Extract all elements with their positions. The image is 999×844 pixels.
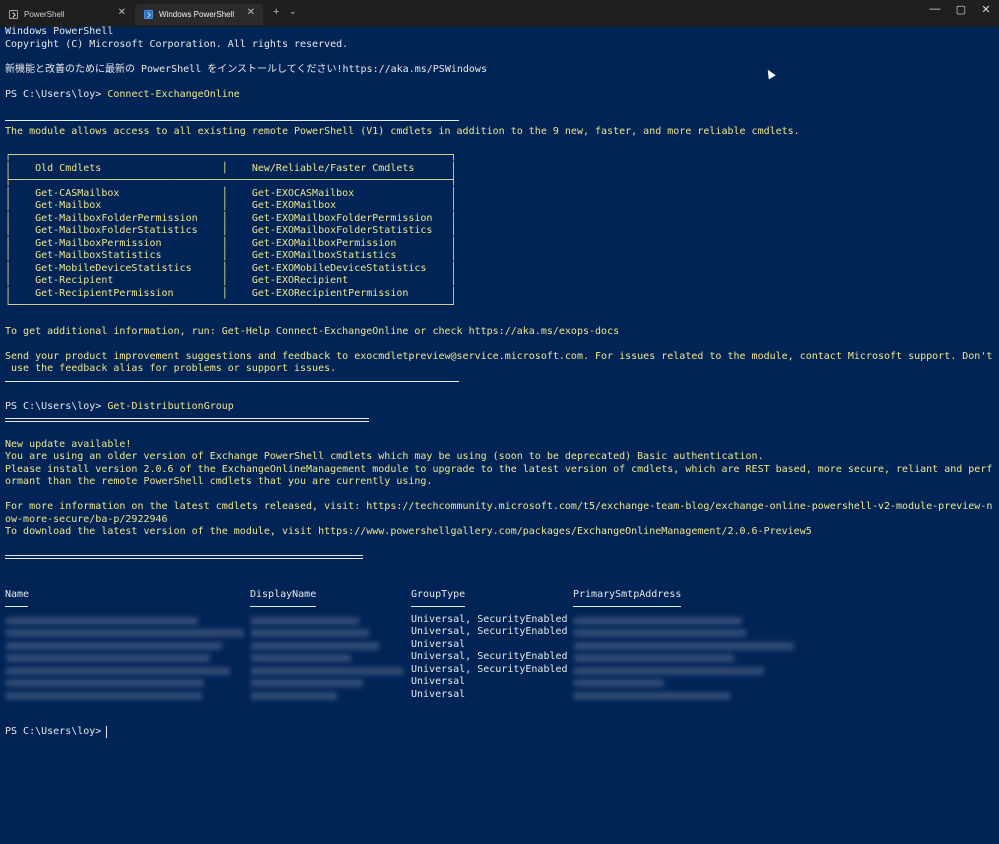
- redacted-displayname: [251, 642, 379, 650]
- group-type-cell: Universal, SecurityEnabled: [411, 651, 568, 662]
- redacted-name: [6, 617, 198, 625]
- command: Get-DistributionGroup: [107, 401, 234, 412]
- redacted-name: [6, 679, 204, 687]
- tab-dropdown-icon[interactable]: ⌄: [289, 6, 297, 17]
- table-row: │ Get-CASMailbox │ Get-EXOCASMailbox │: [5, 188, 457, 199]
- redacted-name: [6, 642, 222, 650]
- close-window-button[interactable]: ✕: [976, 3, 996, 16]
- header-line: Windows PowerShell: [5, 26, 114, 37]
- redacted-email: [574, 642, 794, 650]
- redacted-displayname: [251, 617, 359, 625]
- maximize-button[interactable]: ▢: [951, 3, 971, 16]
- prompt: PS C:\Users\loy>: [5, 726, 108, 737]
- prompt-line: PS C:\Users\loy> Get-DistributionGroup: [5, 401, 234, 414]
- tab-windows-powershell[interactable]: Windows PowerShell ✕: [135, 4, 263, 25]
- tab-powershell[interactable]: PowerShell ✕: [0, 4, 134, 25]
- redacted-email: [574, 667, 764, 675]
- feedback-line: Send your product improvement suggestion…: [5, 351, 993, 362]
- prompt-line: PS C:\Users\loy> Connect-ExchangeOnline: [5, 89, 240, 102]
- column-underline: [573, 606, 681, 607]
- text-cursor: [106, 726, 107, 738]
- group-type-cell: Universal, SecurityEnabled: [411, 614, 568, 625]
- table-border-bottom: └───────────────────────────────────────…: [5, 300, 457, 311]
- redacted-email: [574, 692, 730, 700]
- group-type-cell: Universal: [411, 689, 466, 700]
- redacted-displayname: [251, 629, 369, 637]
- column-underline: [250, 606, 316, 607]
- divider: [5, 418, 369, 422]
- column-header-displayname: DisplayName: [250, 589, 317, 600]
- column-header-name: Name: [5, 589, 30, 600]
- close-tab-icon[interactable]: ✕: [247, 7, 255, 18]
- group-type-cell: Universal, SecurityEnabled: [411, 626, 568, 637]
- redacted-name: [6, 667, 230, 675]
- column-header-grouptype: GroupType: [411, 589, 466, 600]
- redacted-name: [6, 654, 210, 662]
- tab-title: Windows PowerShell: [159, 10, 235, 19]
- divider: [5, 555, 363, 559]
- redacted-email: [574, 617, 742, 625]
- redacted-displayname: [251, 679, 363, 687]
- column-underline: [411, 606, 465, 607]
- table-row: │ Get-MailboxFolderPermission │ Get-EXOM…: [5, 213, 457, 224]
- module-intro: The module allows access to all existing…: [5, 126, 800, 137]
- copyright-line: Copyright (C) Microsoft Corporation. All…: [5, 39, 349, 50]
- update-line: ow-more-secure/ba-p/2922946: [5, 514, 168, 525]
- update-line: You are using an older version of Exchan…: [5, 451, 764, 462]
- column-underline: [5, 606, 28, 607]
- new-tab-button[interactable]: +: [273, 6, 279, 18]
- table-border-top: ┌───────────────────────────────────────…: [5, 150, 457, 161]
- powershell-icon: [9, 10, 18, 19]
- redacted-displayname: [251, 654, 351, 662]
- update-line: Please install version 2.0.6 of the Exch…: [5, 464, 993, 475]
- divider: [5, 120, 459, 121]
- update-line: For more information on the latest cmdle…: [5, 501, 993, 512]
- redacted-displayname: [251, 667, 403, 675]
- command: Connect-ExchangeOnline: [107, 89, 240, 100]
- install-notice: 新機能と改善のために最新の PowerShell をインストールしてください!h…: [5, 64, 487, 75]
- table-row: │ Get-MailboxFolderStatistics │ Get-EXOM…: [5, 225, 457, 236]
- table-row: │ Get-MailboxPermission │ Get-EXOMailbox…: [5, 238, 457, 249]
- table-row: │ Get-Mailbox │ Get-EXOMailbox │: [5, 200, 457, 211]
- table-border-sep: ├───────────────────────────────────────…: [5, 175, 457, 186]
- table-row: │ Get-MailboxStatistics │ Get-EXOMailbox…: [5, 250, 457, 261]
- redacted-displayname: [251, 692, 337, 700]
- terminal-output[interactable]: Windows PowerShell Copyright (C) Microso…: [0, 26, 999, 844]
- prompt: PS C:\Users\loy>: [5, 89, 108, 100]
- redacted-email: [574, 679, 664, 687]
- table-row: │ Get-MobileDeviceStatistics │ Get-EXOMo…: [5, 263, 457, 274]
- close-tab-icon[interactable]: ✕: [118, 7, 126, 18]
- column-header-primarysmtpaddress: PrimarySmtpAddress: [573, 589, 682, 600]
- feedback-line: use the feedback alias for problems or s…: [5, 363, 337, 374]
- redacted-name: [6, 692, 202, 700]
- table-row: │ Get-Recipient │ Get-EXORecipient │: [5, 275, 457, 286]
- redacted-name: [6, 629, 244, 637]
- divider: [5, 381, 459, 382]
- help-info: To get additional information, run: Get-…: [5, 326, 620, 337]
- group-type-cell: Universal: [411, 639, 466, 650]
- prompt: PS C:\Users\loy>: [5, 401, 108, 412]
- table-row: │ Get-RecipientPermission │ Get-EXORecip…: [5, 288, 457, 299]
- title-bar: PowerShell ✕ Windows PowerShell ✕ + ⌄ — …: [0, 0, 999, 27]
- powershell-icon: [144, 10, 153, 19]
- redacted-email: [574, 629, 746, 637]
- group-type-cell: Universal: [411, 676, 466, 687]
- minimize-button[interactable]: —: [925, 3, 945, 15]
- redacted-email: [574, 654, 734, 662]
- update-line: New update available!: [5, 439, 132, 450]
- update-line: To download the latest version of the mo…: [5, 526, 812, 537]
- group-type-cell: Universal, SecurityEnabled: [411, 664, 568, 675]
- table-header: │ Old Cmdlets │ New/Reliable/Faster Cmdl…: [5, 163, 457, 174]
- update-line: ormant than the remote PowerShell cmdlet…: [5, 476, 433, 487]
- tab-title: PowerShell: [24, 10, 65, 19]
